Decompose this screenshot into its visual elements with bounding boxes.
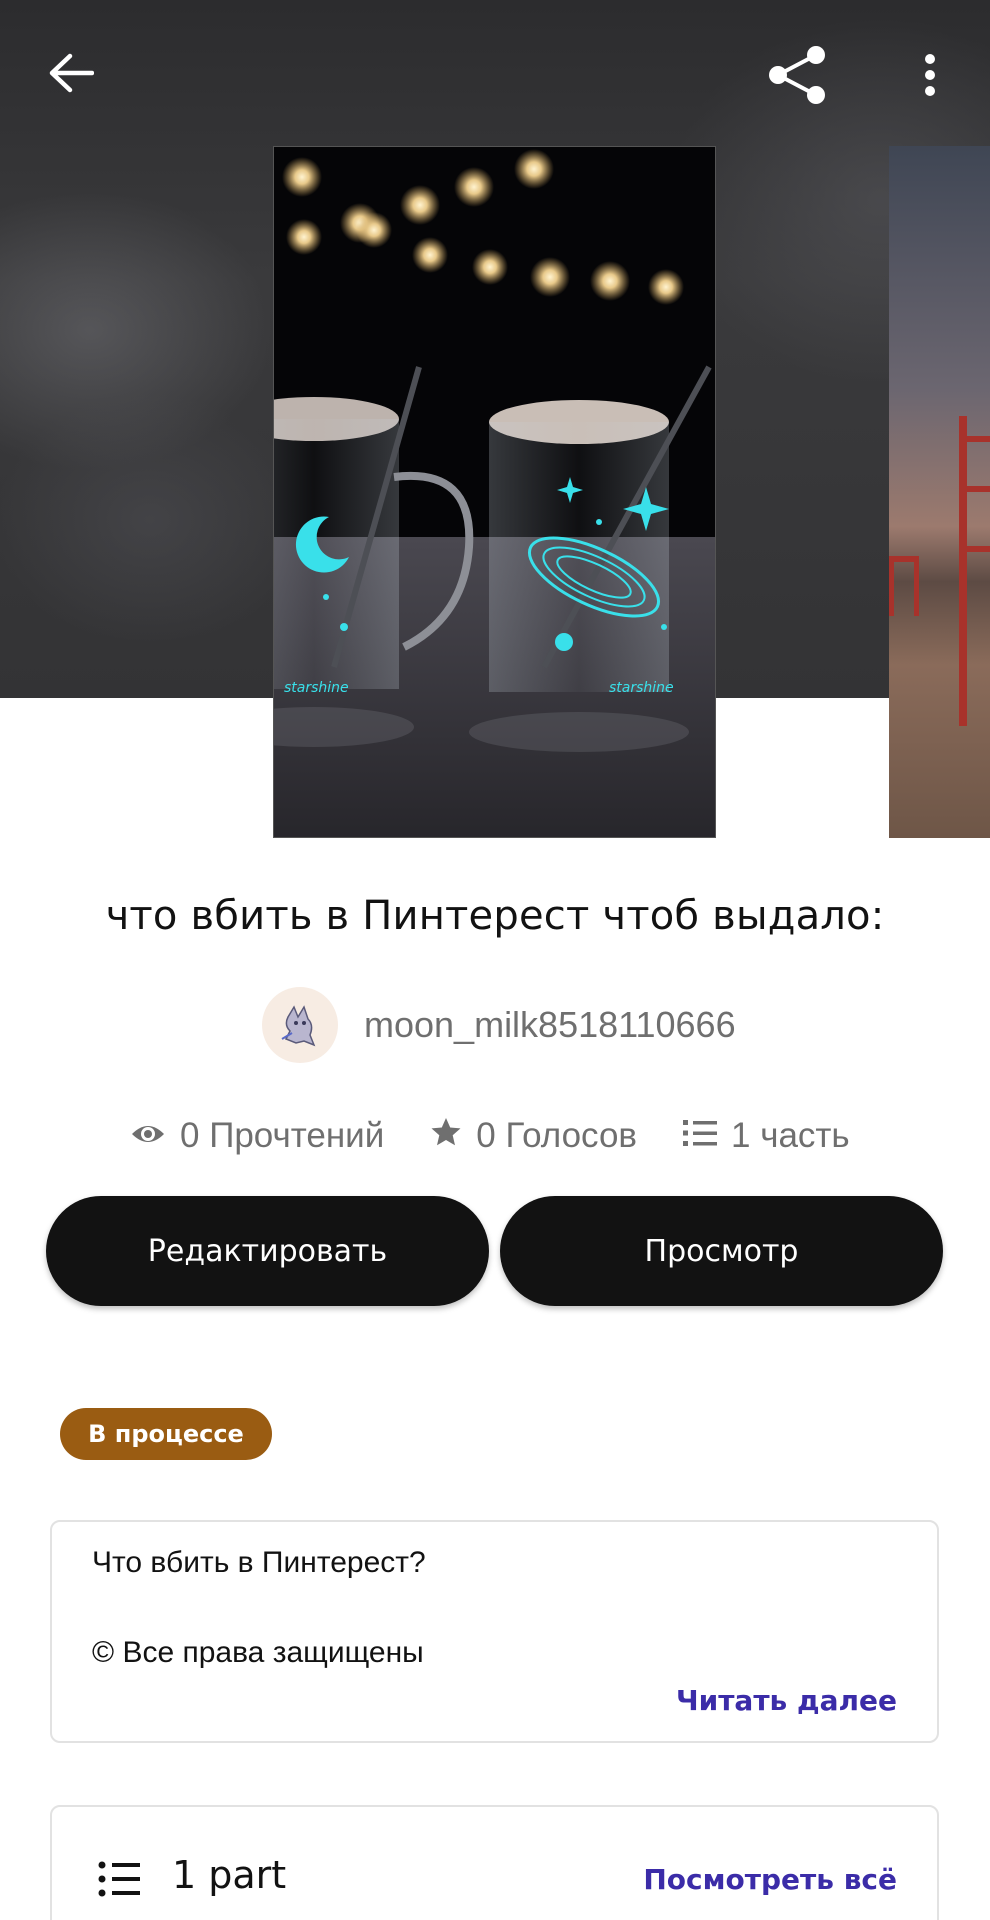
author-link[interactable]: moon_milk8518110666 [262, 985, 736, 1065]
eye-icon [130, 1116, 180, 1156]
parts-label: 1 part [172, 1853, 287, 1897]
more-options-button[interactable] [910, 40, 950, 114]
parts-card[interactable]: 1 part Посмотреть всё [50, 1805, 939, 1920]
copyright-text: © Все права защищены [92, 1636, 424, 1669]
description-text: Что вбить в Пинтерест? [92, 1546, 426, 1579]
status-badge: В процессе [60, 1408, 272, 1460]
cover-image[interactable]: starshine starshine [273, 146, 716, 838]
back-button[interactable] [36, 40, 106, 110]
edit-button[interactable]: Редактировать [46, 1196, 489, 1306]
votes-stat: 0 Голосов [430, 1116, 637, 1157]
read-more-link[interactable]: Читать далее [676, 1684, 897, 1717]
avatar[interactable] [262, 987, 338, 1063]
more-vertical-icon [924, 53, 936, 101]
description-card: Что вбить в Пинтерест? © Все права защищ… [50, 1520, 939, 1743]
author-name[interactable]: moon_milk8518110666 [364, 1004, 736, 1046]
story-title: что вбить в Пинтерест чтоб выдало: [105, 893, 885, 939]
star-icon [430, 1116, 476, 1157]
list-icon [98, 1861, 142, 1901]
list-icon [683, 1116, 731, 1156]
top-bar [0, 0, 990, 150]
see-all-link[interactable]: Посмотреть всё [643, 1863, 897, 1896]
preview-button[interactable]: Просмотр [500, 1196, 943, 1306]
story-stats: 0 Прочтений 0 Голосов 1 часть [130, 1108, 850, 1164]
svg-text:starshine: starshine [609, 680, 674, 696]
parts-stat: 1 часть [683, 1116, 850, 1156]
next-cover-image[interactable] [889, 146, 990, 838]
svg-text:starshine: starshine [284, 680, 349, 696]
arrow-left-icon [48, 53, 95, 97]
share-icon [766, 44, 828, 110]
share-button[interactable] [760, 40, 834, 114]
parts-count: 1 часть [731, 1116, 850, 1155]
reads-count: 0 Прочтений [180, 1116, 385, 1155]
reads-stat: 0 Прочтений [130, 1116, 384, 1156]
votes-count: 0 Голосов [476, 1116, 638, 1155]
